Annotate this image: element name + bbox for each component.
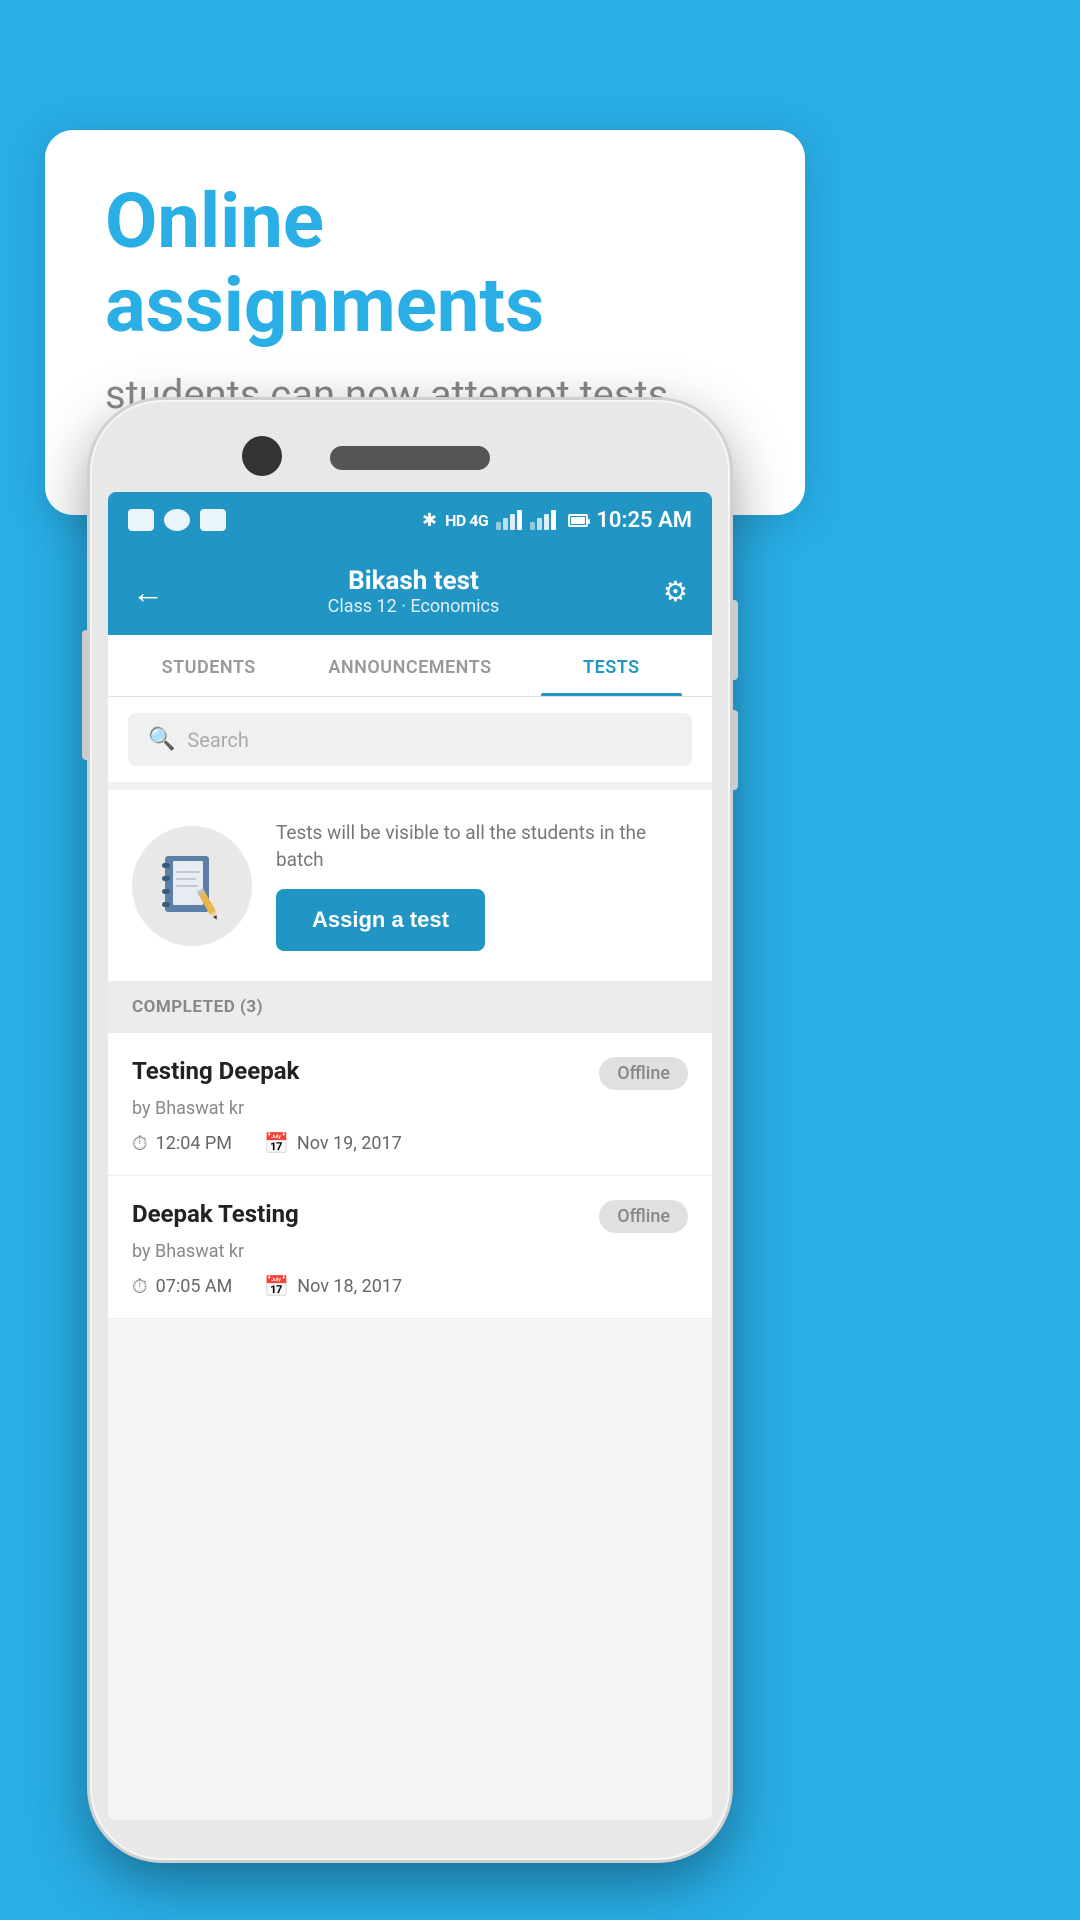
test-item-1-top: Testing Deepak Offline xyxy=(132,1057,688,1090)
test-item-1: Testing Deepak Offline by Bhaswat kr ⏱ 1… xyxy=(108,1033,712,1176)
test-name-2[interactable]: Deepak Testing xyxy=(132,1200,299,1228)
clock-icon-2: ⏱ xyxy=(132,1274,148,1298)
test-time-value-1: 12:04 PM xyxy=(156,1133,232,1154)
app-bar-title-group: Bikash test Class 12 · Economics xyxy=(328,566,500,617)
test-date-2: 📅 Nov 18, 2017 xyxy=(264,1274,402,1298)
status-app-icon-1 xyxy=(128,509,154,531)
test-time-1: ⏱ 12:04 PM xyxy=(132,1131,232,1155)
test-meta-2: ⏱ 07:05 AM 📅 Nov 18, 2017 xyxy=(132,1274,688,1298)
assign-right: Tests will be visible to all the student… xyxy=(276,820,688,951)
settings-button[interactable]: ⚙ xyxy=(663,575,688,608)
test-item-2-top: Deepak Testing Offline xyxy=(132,1200,688,1233)
app-bar: ← Bikash test Class 12 · Economics ⚙ xyxy=(108,548,712,635)
search-icon: 🔍 xyxy=(148,727,175,752)
bubble-title: Online assignments xyxy=(105,180,745,347)
status-left-icons xyxy=(128,509,226,531)
test-date-1: 📅 Nov 19, 2017 xyxy=(264,1131,402,1155)
bluetooth-icon: ✱ xyxy=(422,510,437,531)
assign-section: Tests will be visible to all the student… xyxy=(108,790,712,981)
test-by-2: by Bhaswat kr xyxy=(132,1241,688,1262)
signal-bar-7 xyxy=(544,514,549,530)
tab-announcements[interactable]: ANNOUNCEMENTS xyxy=(309,635,510,696)
phone-screen: ✱ HD 4G xyxy=(108,492,712,1820)
back-button[interactable]: ← xyxy=(132,573,164,611)
class-subtitle: Class 12 · Economics xyxy=(328,596,500,617)
test-date-value-2: Nov 18, 2017 xyxy=(297,1276,402,1297)
search-container: 🔍 Search xyxy=(108,697,712,782)
assign-icon-circle xyxy=(132,826,252,946)
phone-button-right2 xyxy=(730,710,738,790)
status-time: 10:25 AM xyxy=(596,508,692,533)
phone-speaker xyxy=(330,446,490,470)
test-time-value-2: 07:05 AM xyxy=(156,1276,233,1297)
test-by-1: by Bhaswat kr xyxy=(132,1098,688,1119)
phone-device: ✱ HD 4G xyxy=(90,400,730,1860)
tab-students[interactable]: STUDENTS xyxy=(108,635,309,696)
status-bar: ✱ HD 4G xyxy=(108,492,712,548)
search-box[interactable]: 🔍 Search xyxy=(128,713,692,766)
phone-button-right xyxy=(730,600,738,680)
signal-bars xyxy=(496,510,522,530)
test-status-badge-1: Offline xyxy=(599,1057,688,1090)
signal-bar-4 xyxy=(517,510,522,530)
assign-desc: Tests will be visible to all the student… xyxy=(276,820,688,873)
test-date-value-1: Nov 19, 2017 xyxy=(297,1133,402,1154)
signal-bar-3 xyxy=(510,514,515,530)
status-whatsapp-icon xyxy=(164,509,190,531)
class-name: Bikash test xyxy=(328,566,500,596)
signal-bar-1 xyxy=(496,522,501,530)
signal-bar-2 xyxy=(503,518,508,530)
status-right-info: ✱ HD 4G xyxy=(422,508,692,533)
tabs-bar: STUDENTS ANNOUNCEMENTS TESTS xyxy=(108,635,712,697)
phone-button-left xyxy=(82,630,90,760)
battery-icon xyxy=(568,514,588,527)
test-meta-1: ⏱ 12:04 PM 📅 Nov 19, 2017 xyxy=(132,1131,688,1155)
test-item-2: Deepak Testing Offline by Bhaswat kr ⏱ 0… xyxy=(108,1176,712,1319)
clock-icon-1: ⏱ xyxy=(132,1131,148,1155)
assign-test-button[interactable]: Assign a test xyxy=(276,889,485,951)
signal-bar-5 xyxy=(530,522,535,530)
test-time-2: ⏱ 07:05 AM xyxy=(132,1274,232,1298)
calendar-icon-1: 📅 xyxy=(264,1131,289,1155)
hd-badge: HD 4G xyxy=(445,511,488,530)
calendar-icon-2: 📅 xyxy=(264,1274,289,1298)
test-name-1[interactable]: Testing Deepak xyxy=(132,1057,299,1085)
status-app-icon-3 xyxy=(200,509,226,531)
phone-camera xyxy=(242,436,282,476)
completed-header: COMPLETED (3) xyxy=(108,981,712,1033)
divider-1 xyxy=(108,782,712,790)
signal-bar-6 xyxy=(537,518,542,530)
search-placeholder: Search xyxy=(187,728,248,752)
tab-tests[interactable]: TESTS xyxy=(511,635,712,696)
notebook-icon xyxy=(157,851,227,921)
signal-bar-8 xyxy=(551,510,556,530)
test-status-badge-2: Offline xyxy=(599,1200,688,1233)
signal-bars-2 xyxy=(530,510,556,530)
